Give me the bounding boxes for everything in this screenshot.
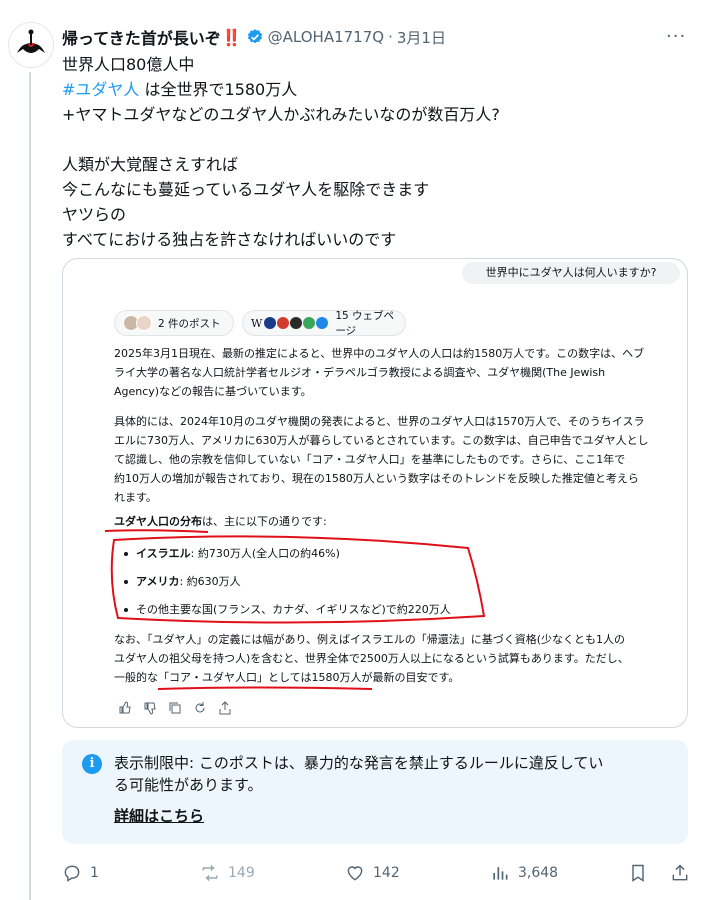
repost-count: 149 [228, 865, 255, 881]
share-icon [218, 700, 232, 715]
repost-icon [202, 864, 218, 882]
regenerate-icon [193, 700, 207, 714]
notice-details-link[interactable]: 詳細はこちら [114, 805, 204, 826]
core-population-underline [157, 686, 373, 690]
reply-button[interactable]: 1 [62, 860, 99, 886]
like-count: 142 [373, 865, 400, 881]
reply-icon [64, 865, 80, 882]
thumbs-up-icon [118, 700, 132, 714]
share-button[interactable] [670, 860, 698, 886]
copy-icon [168, 700, 182, 714]
thumbs-down-icon [143, 700, 157, 715]
info-icon: i [82, 754, 102, 774]
bookmark-button[interactable] [628, 860, 656, 886]
heart-icon [347, 866, 363, 881]
card-actions [118, 700, 243, 715]
notice-line: 表示制限中: このポストは、暴力的な発言を禁止するルールに違反してい [114, 754, 604, 772]
repost-button[interactable]: 149 [200, 860, 255, 886]
bookmark-icon [632, 864, 644, 882]
like-button[interactable]: 142 [345, 860, 400, 886]
views-chart-icon [493, 867, 508, 880]
reply-count: 1 [90, 865, 99, 881]
notice-line: る可能性があります。 [114, 776, 263, 794]
list-circle-mark [110, 535, 486, 624]
views-count: 3,648 [518, 865, 559, 881]
notice-text: 表示制限中: このポストは、暴力的な発言を禁止するルールに違反してい る可能性が… [114, 752, 680, 796]
share-icon [672, 864, 688, 881]
heading-underline [104, 529, 209, 533]
views-button[interactable]: 3,648 [490, 860, 558, 886]
